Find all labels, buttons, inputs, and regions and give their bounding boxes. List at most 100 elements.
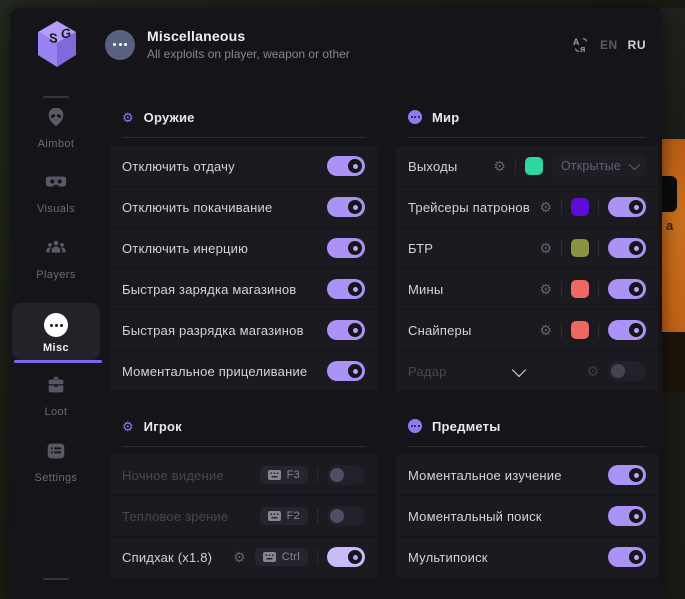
lang-ru-button[interactable]: RU xyxy=(628,38,646,52)
row-label: Быстрая разрядка магазинов xyxy=(122,323,304,338)
toggle-row-instant-aim: Моментальное прицеливание xyxy=(110,351,377,391)
toggle-switch[interactable] xyxy=(608,197,646,217)
toggle-switch[interactable] xyxy=(608,320,646,340)
row-label: Ночное видение xyxy=(122,468,224,483)
toggle-row-speedhack: Спидхак (x1.8) ⚙ Ctrl xyxy=(110,537,377,577)
section-player: ⚙ Игрок Ночное видение F3 Тепловое зрени… xyxy=(110,413,377,577)
column-left: ⚙ Оружие Отключить отдачу Отключить пока… xyxy=(110,104,377,578)
hotkey-label: F2 xyxy=(287,510,300,522)
toggle-knob xyxy=(348,200,362,214)
section-weapon: ⚙ Оружие Отключить отдачу Отключить пока… xyxy=(110,104,377,391)
chevron-down-icon xyxy=(629,159,640,170)
toggle-row-night-vision: Ночное видение F3 xyxy=(110,455,377,495)
toggle-switch[interactable] xyxy=(608,465,646,485)
game-backdrop-letter: а xyxy=(666,218,679,231)
toggle-knob xyxy=(330,468,344,482)
section-header: ⚙ Оружие xyxy=(110,104,377,130)
gear-icon: ⚙ xyxy=(122,420,134,433)
toggle-knob xyxy=(348,550,362,564)
color-swatch[interactable] xyxy=(571,239,589,257)
sidebar-item-label: Settings xyxy=(12,472,100,484)
toggle-switch[interactable] xyxy=(608,506,646,526)
toggle-switch[interactable] xyxy=(327,465,365,485)
sidebar-item-settings[interactable]: Settings xyxy=(12,440,100,484)
row-label: Спидхак (x1.8) xyxy=(122,550,212,565)
section-title: Оружие xyxy=(144,110,195,125)
sidebar-item-players[interactable]: Players xyxy=(12,237,100,281)
gear-icon[interactable]: ⚙ xyxy=(233,550,246,564)
toggle-switch[interactable] xyxy=(327,506,365,526)
divider xyxy=(561,322,562,338)
sidebar-item-misc[interactable]: Misc xyxy=(12,303,100,360)
toggle-switch[interactable] xyxy=(608,361,646,381)
sidebar-item-visuals[interactable]: Visuals xyxy=(12,171,100,215)
toggle-knob xyxy=(629,509,643,523)
color-swatch[interactable] xyxy=(571,198,589,216)
toggle-row-snipers: Снайперы ⚙ xyxy=(396,310,658,350)
gear-icon[interactable]: ⚙ xyxy=(493,159,506,173)
toggle-switch[interactable] xyxy=(327,547,365,567)
toggle-switch[interactable] xyxy=(608,238,646,258)
color-swatch[interactable] xyxy=(525,157,543,175)
color-swatch[interactable] xyxy=(571,280,589,298)
toggle-switch[interactable] xyxy=(608,279,646,299)
section-header: ⚙ Игрок xyxy=(110,413,377,439)
toggle-knob xyxy=(629,468,643,482)
toggle-switch[interactable] xyxy=(327,279,365,299)
sidebar-item-label: Misc xyxy=(12,342,100,354)
gear-icon[interactable]: ⚙ xyxy=(539,200,552,214)
page-subtitle: All exploits on player, weapon or other xyxy=(147,47,350,61)
section-divider xyxy=(122,446,365,447)
gear-icon[interactable]: ⚙ xyxy=(539,323,552,337)
hotkey-badge[interactable]: Ctrl xyxy=(255,548,308,566)
toggle-knob xyxy=(629,241,643,255)
hotkey-badge[interactable]: F3 xyxy=(260,466,308,484)
section-header: Мир xyxy=(396,104,658,130)
toggle-row-btr: БТР ⚙ xyxy=(396,228,658,268)
vr-goggles-icon xyxy=(45,171,67,193)
lang-en-button[interactable]: EN xyxy=(600,38,618,52)
dropdown-value: Открытые xyxy=(561,159,621,173)
svg-text:я: я xyxy=(580,44,585,54)
section-world: Мир Выходы ⚙ Открытые Трейсеры патронов xyxy=(396,104,658,391)
toggle-switch[interactable] xyxy=(327,156,365,176)
players-icon xyxy=(45,237,67,259)
color-swatch[interactable] xyxy=(571,321,589,339)
row-label: Отключить покачивание xyxy=(122,200,272,215)
sidebar-item-aimbot[interactable]: Aimbot xyxy=(12,106,100,150)
toggle-switch[interactable] xyxy=(327,361,365,381)
row-label: Выходы xyxy=(408,159,457,174)
gear-icon[interactable]: ⚙ xyxy=(539,241,552,255)
toggle-row-fast-reload: Быстрая зарядка магазинов xyxy=(110,269,377,309)
alien-icon xyxy=(45,106,67,128)
row-label: Радар xyxy=(408,364,447,379)
toggle-row-mines: Мины ⚙ xyxy=(396,269,658,309)
section-title: Мир xyxy=(432,110,459,125)
divider xyxy=(598,281,599,297)
toggle-switch[interactable] xyxy=(608,547,646,567)
translate-icon: A я xyxy=(572,36,590,54)
toggle-switch[interactable] xyxy=(327,197,365,217)
chevron-down-icon[interactable] xyxy=(512,363,526,377)
toggle-row-bullet-tracers: Трейсеры патронов ⚙ xyxy=(396,187,658,227)
gear-icon[interactable]: ⚙ xyxy=(586,364,599,378)
hotkey-badge[interactable]: F2 xyxy=(260,507,308,525)
sidebar-item-loot[interactable]: Loot xyxy=(12,374,100,418)
divider xyxy=(598,240,599,256)
toggle-switch[interactable] xyxy=(327,238,365,258)
section-header: Предметы xyxy=(396,413,658,439)
toggle-row-instant-loot: Моментальный поиск xyxy=(396,496,658,536)
row-label: Моментальный поиск xyxy=(408,509,542,524)
toggle-knob xyxy=(629,323,643,337)
game-backdrop-shadow xyxy=(661,332,685,392)
gear-icon: ⚙ xyxy=(122,111,134,124)
toggle-switch[interactable] xyxy=(327,320,365,340)
exits-dropdown[interactable]: Открытые xyxy=(552,155,646,177)
language-switcher: A я EN RU xyxy=(572,36,646,54)
ellipsis-bubble-icon xyxy=(408,419,422,433)
keyboard-icon xyxy=(268,511,281,521)
row-label: Трейсеры патронов xyxy=(408,200,530,215)
toggle-knob xyxy=(629,200,643,214)
gear-icon[interactable]: ⚙ xyxy=(539,282,552,296)
ellipsis-bubble-icon xyxy=(408,110,422,124)
